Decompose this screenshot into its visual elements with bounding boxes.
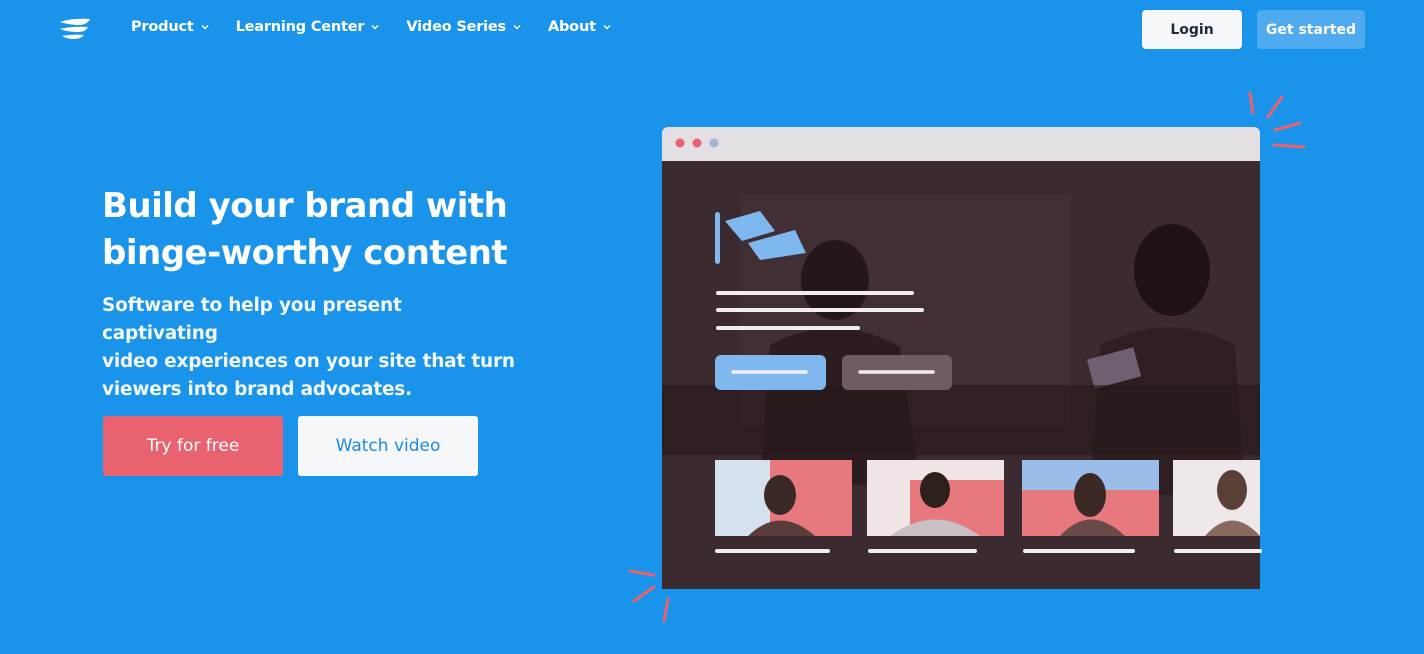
- try-for-free-button[interactable]: Try for free: [103, 416, 283, 476]
- nav-item-product[interactable]: Product: [131, 19, 210, 35]
- top-navigation: Product Learning Center Video Series Abo…: [0, 0, 1424, 60]
- chevron-down-icon: [513, 25, 521, 30]
- get-started-button[interactable]: Get started: [1257, 10, 1365, 49]
- window-close-dot-icon: [675, 138, 685, 148]
- headline-line: binge-worthy content: [102, 233, 508, 273]
- video-thumbnail-row: [715, 460, 1260, 536]
- window-maximize-dot-icon: [709, 138, 719, 148]
- nav-item-video-series[interactable]: Video Series: [406, 19, 522, 35]
- subtitle-line: viewers into brand advocates.: [102, 379, 412, 400]
- chevron-down-icon: [201, 25, 209, 30]
- headline-line: Build your brand with: [102, 186, 508, 226]
- nav-item-label: Learning Center: [235, 19, 365, 35]
- nav-item-label: About: [547, 19, 596, 35]
- nav-item-label: Product: [131, 19, 194, 35]
- subtitle-line: video experiences on your site that turn: [102, 351, 515, 372]
- video-thumbnail: [1022, 460, 1159, 536]
- watch-video-button[interactable]: Watch video: [298, 416, 478, 476]
- hero-subtitle: Software to help you present captivating…: [102, 292, 522, 404]
- hero-headline: Build your brand with binge-worthy conte…: [102, 183, 582, 277]
- brand-logo-icon[interactable]: [58, 17, 92, 41]
- nav-item-label: Video Series: [406, 19, 506, 35]
- hero-illustration: [628, 91, 1306, 623]
- login-button[interactable]: Login: [1142, 10, 1242, 49]
- subtitle-line: Software to help you present captivating: [102, 295, 402, 344]
- video-thumbnail: [715, 460, 852, 536]
- chevron-down-icon: [603, 25, 611, 30]
- chevron-down-icon: [371, 25, 379, 30]
- browser-window-mockup: [662, 127, 1262, 589]
- video-thumbnail: [1173, 460, 1260, 536]
- video-thumbnail: [867, 460, 1004, 536]
- nav-item-learning-center[interactable]: Learning Center: [236, 19, 381, 35]
- window-minimize-dot-icon: [692, 138, 702, 148]
- nav-item-about[interactable]: About: [548, 19, 612, 35]
